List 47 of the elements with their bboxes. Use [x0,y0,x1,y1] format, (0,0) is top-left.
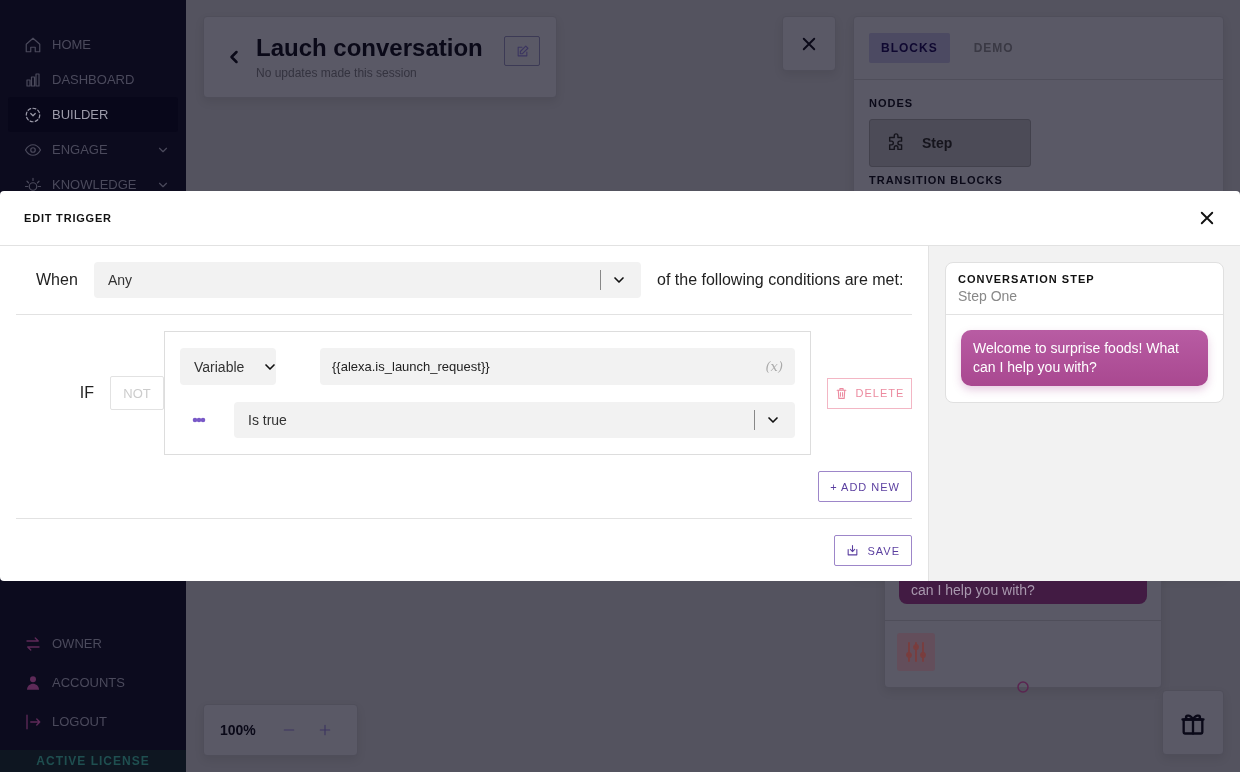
edit-button[interactable] [504,36,540,66]
type-select[interactable]: Variable [180,348,276,385]
bar-chart-icon [24,70,42,89]
modal-title: EDIT TRIGGER [24,212,112,224]
sidebar-item[interactable]: OWNER [8,624,178,663]
operator-select[interactable]: Is true [234,402,795,438]
step-block[interactable]: Step [869,119,1031,167]
connection-port [1017,681,1029,693]
lightbulb-icon [24,175,42,194]
download-tray-icon [846,544,860,557]
sidebar-item[interactable]: KNOWLEDGE [8,167,178,202]
section-heading: NODES [869,97,915,109]
close-button[interactable] [1198,209,1216,227]
delete-button[interactable]: DELETE [827,377,912,409]
page-title: Lauch conversation [256,34,484,62]
sidebar-item[interactable]: HOME [8,27,178,62]
person-icon [24,673,42,692]
step-name: Step One [958,288,1019,304]
swap-arrows-icon [24,634,42,653]
insert-variable-button[interactable]: (x) [765,359,783,374]
pencil-square-icon [515,44,529,58]
plus-icon [317,723,332,737]
conditions-text: of the following conditions are met: [657,271,904,289]
dashed-circle-icon [24,105,42,124]
save-button[interactable]: SAVE [834,535,912,566]
sliders-icon [904,640,928,664]
sidebar-item[interactable]: LOGOUT [8,702,178,741]
when-label: When [36,271,79,289]
home-icon [24,35,42,54]
sidebar-item[interactable]: ENGAGE [8,132,178,167]
section-heading: TRANSITION BLOCKS [869,174,1004,186]
sidebar-item[interactable]: BUILDER [8,97,178,132]
gift-button[interactable] [1162,690,1224,755]
panel-tab[interactable]: BLOCKS [869,33,950,63]
license-status: ACTIVE LICENSE [0,750,186,772]
logout-icon [24,712,42,731]
close-icon [1198,209,1216,227]
variable-field[interactable]: {{alexa.is_launch_request}} (x) [320,348,795,385]
sidebar-item[interactable]: DASHBOARD [8,62,178,97]
match-select[interactable]: Any [94,262,641,298]
sidebar-item[interactable]: ACCOUNTS [8,663,178,702]
trash-icon [834,386,848,400]
if-label: IF [79,384,94,402]
add-new-button[interactable]: + ADD NEW [818,471,912,502]
preview-heading: CONVERSATION STEP [958,273,1096,285]
message-bubble: Welcome to surprise foods! What can I help you with? [961,330,1208,386]
zoom-level: 100% [220,722,256,738]
